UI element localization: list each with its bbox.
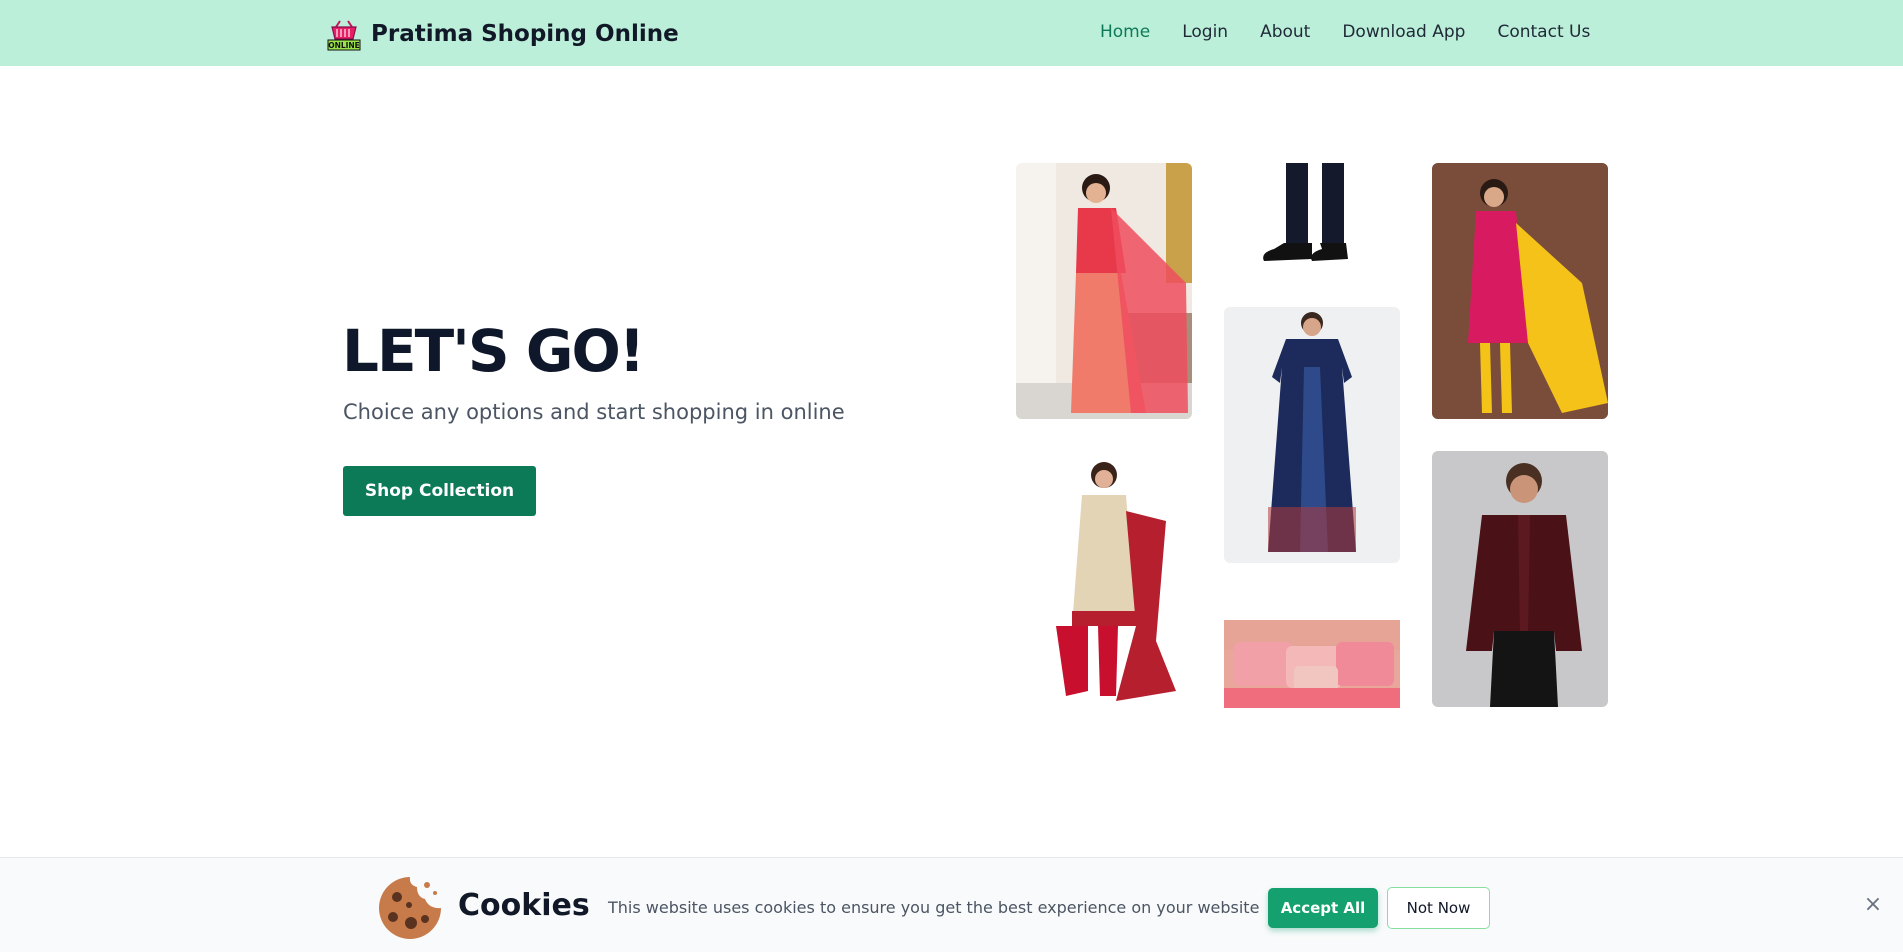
nav-link-login[interactable]: Login bbox=[1182, 22, 1228, 42]
nav-links: Home Login About Download App Contact Us bbox=[1100, 22, 1622, 42]
nav-link-home[interactable]: Home bbox=[1100, 22, 1150, 42]
pink-salwar-suit-image bbox=[1432, 163, 1608, 419]
hero-subtitle: Choice any options and start shopping in… bbox=[343, 400, 845, 424]
shopping-basket-logo-icon: ONLINE bbox=[327, 20, 361, 51]
nav-link-contact-us[interactable]: Contact Us bbox=[1497, 22, 1590, 42]
cookie-icon bbox=[379, 877, 441, 939]
hero-title: LET'S GO! bbox=[342, 317, 645, 385]
pink-cushions-image bbox=[1224, 620, 1400, 708]
nav-link-about[interactable]: About bbox=[1260, 22, 1310, 42]
cookie-message: This website uses cookies to ensure you … bbox=[608, 898, 1260, 917]
blue-nightgown-image bbox=[1224, 307, 1400, 563]
brand-name: Pratima Shoping Online bbox=[371, 21, 679, 47]
shop-collection-button[interactable]: Shop Collection bbox=[343, 466, 536, 516]
nav-link-download-app[interactable]: Download App bbox=[1342, 22, 1465, 42]
cookie-title: Cookies bbox=[458, 888, 590, 923]
brand[interactable]: ONLINE Pratima Shoping Online bbox=[327, 16, 679, 52]
red-saree-image bbox=[1016, 163, 1192, 419]
not-now-button[interactable]: Not Now bbox=[1387, 887, 1490, 929]
mens-shoes-image bbox=[1224, 163, 1400, 273]
navbar: ONLINE Pratima Shoping Online Home Login… bbox=[0, 0, 1903, 66]
cookie-banner: Cookies This website uses cookies to ens… bbox=[0, 857, 1903, 952]
close-icon[interactable]: × bbox=[1862, 894, 1884, 916]
logo-badge-text: ONLINE bbox=[328, 41, 360, 50]
maroon-shirt-image bbox=[1432, 451, 1608, 707]
beige-red-salwar-suit-image bbox=[1016, 451, 1192, 707]
accept-all-button[interactable]: Accept All bbox=[1268, 888, 1378, 928]
